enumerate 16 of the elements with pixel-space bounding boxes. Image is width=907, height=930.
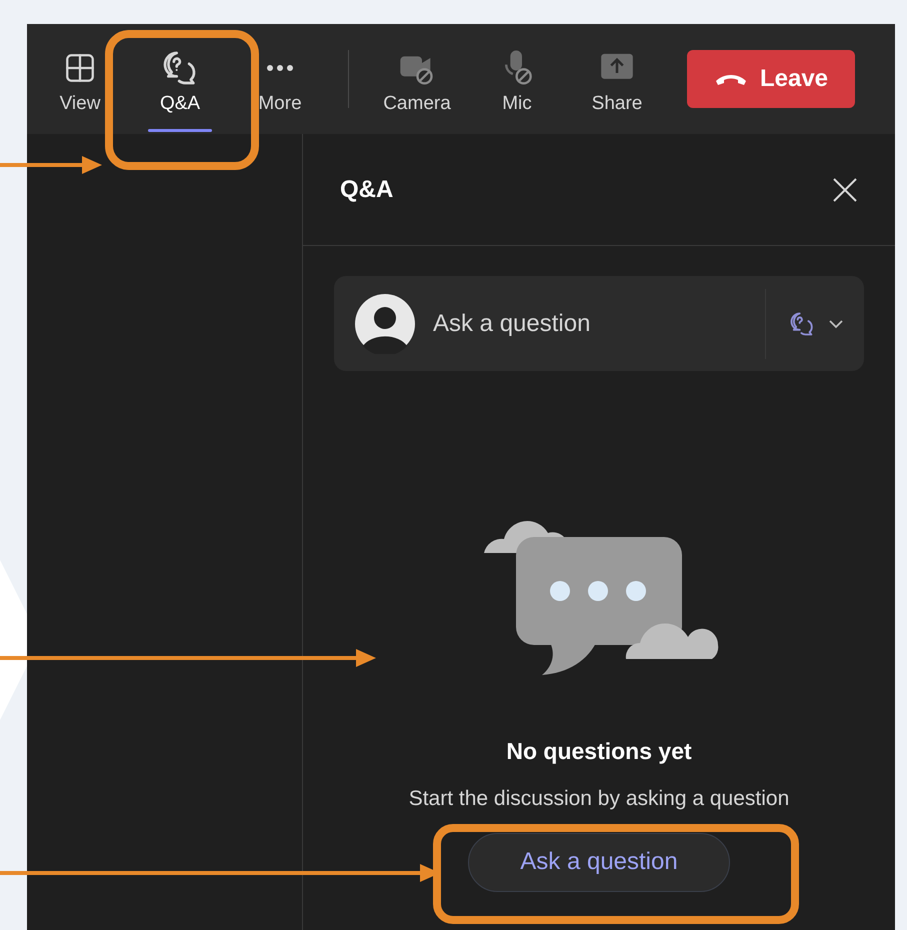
panel-title: Q&A [340, 174, 394, 204]
toolbar-button[interactable]: Camera [367, 24, 467, 134]
toolbar-button[interactable]: More [230, 24, 330, 134]
toolbar-button[interactable]: Share [567, 24, 667, 134]
chevron-down-icon[interactable] [828, 318, 844, 328]
active-indicator [148, 129, 212, 132]
empty-state-message: Start the discussion by asking a question [408, 786, 790, 810]
toolbar-button[interactable]: View [30, 24, 130, 134]
empty-state-title: No questions yet [506, 737, 692, 766]
question-input-field[interactable]: Ask a question [433, 306, 743, 342]
leave-button[interactable]: Leave [687, 50, 855, 108]
avatar [355, 294, 415, 354]
close-icon[interactable] [832, 176, 858, 202]
ask-question-button[interactable]: Ask a question [468, 832, 730, 892]
toolbar-button[interactable]: Q&A [130, 24, 230, 134]
toolbar-button[interactable]: Mic [467, 24, 567, 134]
